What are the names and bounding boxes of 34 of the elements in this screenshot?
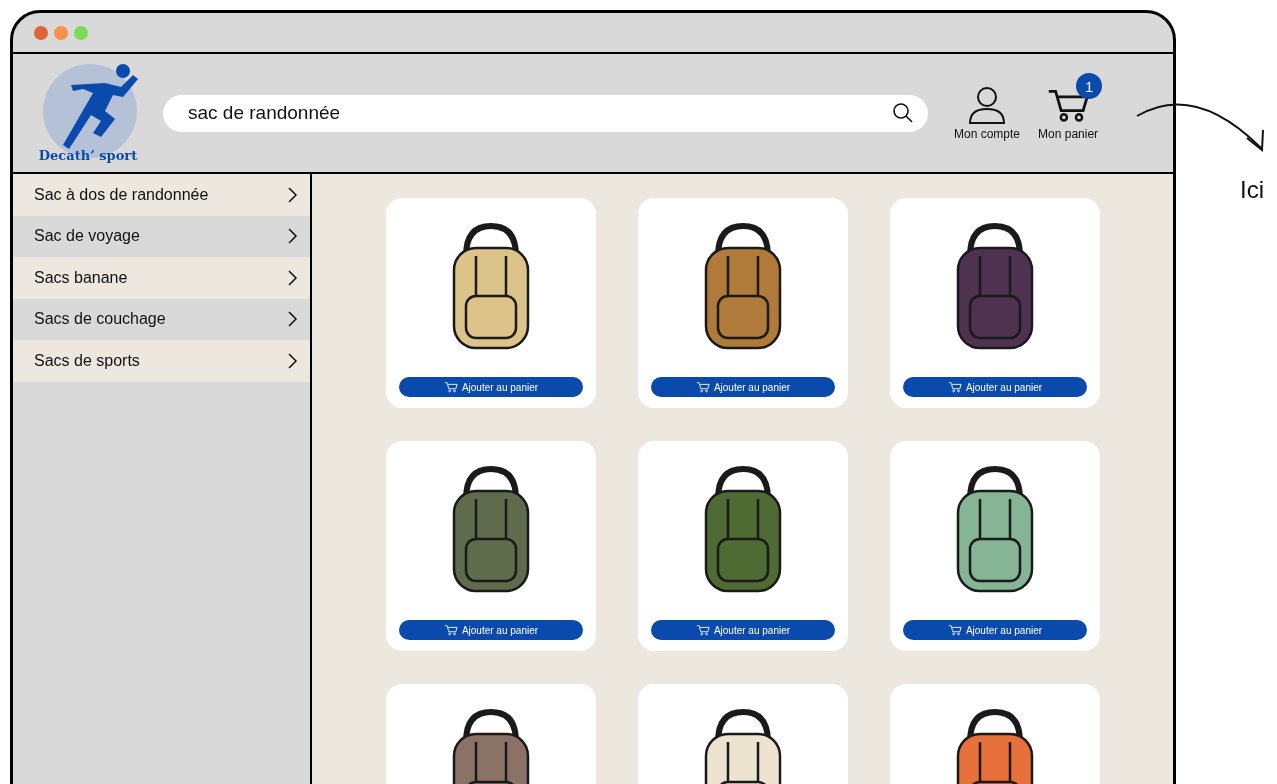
cart-icon — [443, 381, 458, 393]
annotation-text: Ici — [1240, 176, 1264, 204]
product-card[interactable]: Ajouter au panier — [890, 441, 1100, 651]
cart-count-badge: 1 — [1076, 73, 1103, 99]
product-card[interactable]: Ajouter au panier — [890, 198, 1100, 408]
chevron-right-icon — [288, 269, 298, 286]
user-icon — [967, 85, 1007, 125]
product-card[interactable]: Ajouter au panier — [386, 441, 596, 651]
add-to-cart-button[interactable]: Ajouter au panier — [903, 620, 1087, 640]
account-link[interactable]: Mon compte — [954, 85, 1021, 141]
chevron-right-icon — [288, 186, 298, 203]
search-field[interactable]: sac de randonnée — [163, 94, 928, 132]
cart-icon — [443, 624, 458, 636]
cart-icon — [695, 624, 710, 636]
cart-icon — [695, 381, 710, 393]
product-card[interactable]: Ajouter au panier — [638, 198, 848, 408]
category-item[interactable]: Sacs banane — [13, 257, 310, 299]
add-to-cart-button[interactable]: Ajouter au panier — [651, 620, 835, 640]
chevron-right-icon — [288, 352, 298, 369]
chevron-right-icon — [288, 311, 298, 328]
cart-icon — [947, 624, 962, 636]
search-icon[interactable] — [892, 102, 914, 124]
cart-icon — [947, 381, 962, 393]
add-to-cart-button[interactable]: Ajouter au panier — [399, 620, 583, 640]
category-item[interactable]: Sacs de sports — [13, 340, 310, 382]
cart-link[interactable]: Mon panier 1 — [1038, 73, 1103, 141]
category-item[interactable]: Sac à dos de randonnée — [13, 174, 310, 216]
chevron-right-icon — [288, 228, 298, 245]
product-card[interactable]: Ajouter au panier — [386, 198, 596, 408]
add-to-cart-button[interactable]: Ajouter au panier — [399, 377, 583, 397]
product-card[interactable]: Ajouter au panier — [638, 441, 848, 651]
add-to-cart-button[interactable]: Ajouter au panier — [651, 377, 835, 397]
add-to-cart-button[interactable]: Ajouter au panier — [903, 377, 1087, 397]
logo-text: Decath’ sport — [38, 148, 138, 163]
